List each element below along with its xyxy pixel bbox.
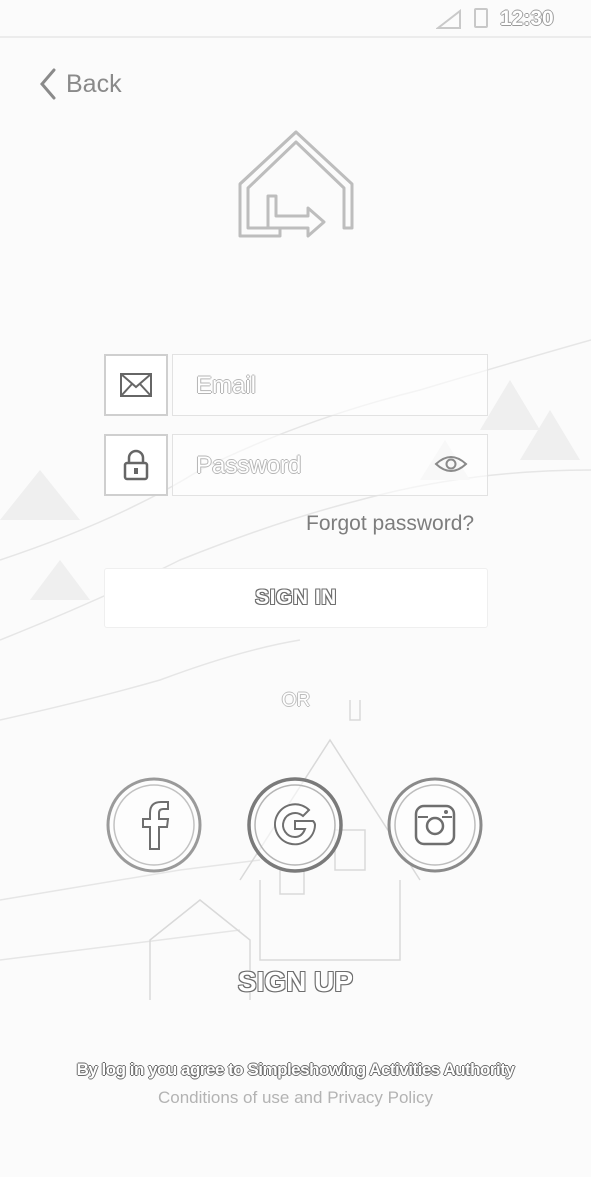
- email-input[interactable]: [194, 368, 418, 404]
- google-login-button[interactable]: [245, 775, 345, 875]
- forgot-password-link[interactable]: Forgot password?: [306, 512, 474, 536]
- password-input[interactable]: [194, 448, 378, 484]
- conditions-of-use-link[interactable]: Conditions of use: [158, 1088, 289, 1107]
- sign-in-button[interactable]: SIGN IN: [104, 568, 488, 628]
- terms-and-text: and: [289, 1088, 328, 1107]
- status-bar: 12:30: [0, 0, 591, 38]
- lock-icon: [123, 449, 149, 481]
- terms-agreement-text: By log in you agree to Simpleshowing Act…: [76, 1060, 515, 1079]
- sign-up-button[interactable]: SIGN UP: [200, 966, 391, 998]
- sign-in-label: SIGN IN: [255, 586, 337, 609]
- email-field-group: [104, 354, 488, 416]
- battery-icon: [474, 8, 488, 28]
- or-divider: OR: [281, 690, 311, 711]
- show-password-eye-icon[interactable]: [434, 452, 468, 476]
- envelope-icon: [120, 373, 152, 397]
- email-icon-box: [104, 354, 168, 416]
- privacy-policy-link[interactable]: Privacy Policy: [327, 1088, 433, 1107]
- chevron-left-icon: [40, 68, 56, 100]
- password-icon-box: [104, 434, 168, 496]
- instagram-icon: [387, 777, 483, 873]
- google-icon: [247, 777, 343, 873]
- back-label: Back: [66, 69, 122, 98]
- facebook-icon: [106, 777, 202, 873]
- instagram-login-button[interactable]: [385, 775, 485, 875]
- status-time: 12:30: [500, 7, 554, 30]
- signal-icon: [436, 9, 461, 29]
- back-button[interactable]: Back: [38, 66, 122, 102]
- facebook-login-button[interactable]: [104, 775, 204, 875]
- app-logo-icon: [238, 130, 354, 238]
- password-field-group: [104, 434, 488, 496]
- terms-links-line: Conditions of use and Privacy Policy: [30, 1088, 561, 1108]
